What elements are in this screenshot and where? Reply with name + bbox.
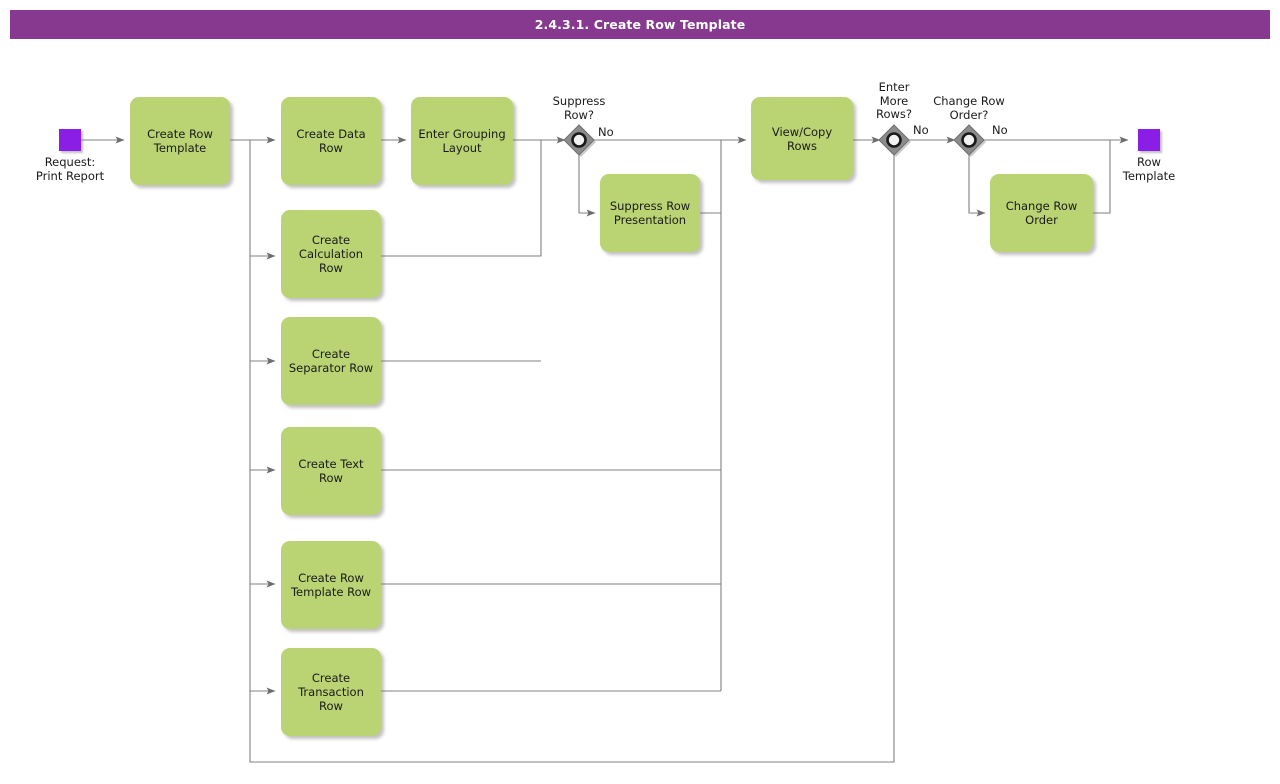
task-create-calculation-row[interactable]: Create Calculation Row bbox=[281, 210, 381, 298]
flow-suppress-gateway-yes-to-suppress-task bbox=[578, 155, 596, 217]
gateway-enter-more-rows-inclusive-icon bbox=[886, 132, 902, 148]
page-title: 2.4.3.1. Create Row Template bbox=[10, 10, 1270, 39]
task-create-separator-row-label: Create Separator Row bbox=[288, 347, 374, 375]
end-event-row-template[interactable] bbox=[1138, 129, 1160, 151]
task-change-row-order-label: Change Row Order bbox=[1005, 199, 1078, 227]
task-create-row-template-label: Create Row Template bbox=[147, 127, 213, 155]
task-create-text-row[interactable]: Create Text Row bbox=[281, 427, 381, 515]
task-suppress-row-presentation-label: Suppress Row Presentation bbox=[609, 199, 691, 227]
diagram-canvas: 2.4.3.1. Create Row Template Create Row T… bbox=[0, 0, 1280, 784]
task-suppress-row-presentation[interactable]: Suppress Row Presentation bbox=[600, 174, 700, 252]
gateway-change-row-order-inclusive-icon bbox=[961, 132, 977, 148]
task-change-row-order[interactable]: Change Row Order bbox=[990, 174, 1093, 252]
gateway-enter-more-rows-shadow bbox=[881, 127, 911, 157]
gateway-enter-more-rows-diamond bbox=[878, 124, 910, 156]
task-create-row-template-row[interactable]: Create Row Template Row bbox=[281, 541, 381, 629]
flow-change-order-yes-to-change-row-order bbox=[968, 155, 986, 217]
flow-merge-trunk-to-view-copy-rows bbox=[720, 136, 747, 691]
gateway-suppress-row-label: Suppress Row? bbox=[552, 94, 606, 122]
task-enter-grouping-layout-label: Enter Grouping Layout bbox=[418, 127, 506, 155]
task-create-transaction-row-label: Create Transaction Row bbox=[298, 671, 364, 713]
gateway-change-row-order-diamond bbox=[953, 124, 985, 156]
task-create-transaction-row[interactable]: Create Transaction Row bbox=[281, 648, 381, 736]
task-create-separator-row[interactable]: Create Separator Row bbox=[281, 317, 381, 405]
gateway-change-row-order-label: Change Row Order? bbox=[933, 94, 1005, 122]
gateway-suppress-row-diamond bbox=[563, 124, 595, 156]
flow-label-no-suppress-row: No bbox=[598, 125, 614, 139]
task-create-data-row[interactable]: Create Data Row bbox=[281, 97, 381, 185]
gateway-enter-more-rows[interactable] bbox=[878, 124, 911, 157]
task-create-row-template-row-label: Create Row Template Row bbox=[290, 571, 372, 599]
task-create-calculation-row-label: Create Calculation Row bbox=[298, 233, 364, 275]
gateway-suppress-row-inclusive-icon bbox=[571, 132, 587, 148]
gateway-change-row-order-shadow bbox=[956, 127, 986, 157]
end-event-row-template-label: Row Template bbox=[1122, 155, 1176, 183]
gateway-suppress-row-shadow bbox=[566, 127, 596, 157]
gateway-change-row-order[interactable] bbox=[953, 124, 986, 157]
flow-create-row-template-to-trunk bbox=[230, 139, 251, 698]
task-enter-grouping-layout[interactable]: Enter Grouping Layout bbox=[411, 97, 513, 185]
task-create-data-row-label: Create Data Row bbox=[296, 127, 366, 155]
start-event-request-print-report[interactable] bbox=[59, 129, 81, 151]
start-event-request-print-report-label: Request: Print Report bbox=[35, 155, 105, 183]
flow-label-no-change-row-order: No bbox=[992, 123, 1008, 137]
task-view-copy-rows-label: View/Copy Rows bbox=[771, 124, 833, 153]
gateway-suppress-row[interactable] bbox=[563, 124, 596, 157]
task-create-text-row-label: Create Text Row bbox=[298, 457, 364, 485]
flow-label-no-enter-more-rows: No bbox=[913, 123, 929, 137]
